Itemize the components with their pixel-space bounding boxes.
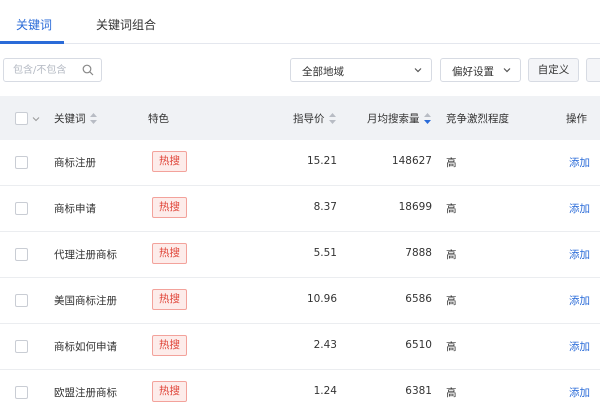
sort-icon[interactable]	[328, 112, 336, 124]
add-link[interactable]: 添加	[569, 201, 590, 216]
table-row: 商标申请 热搜 8.37 18699 高 添加	[0, 186, 600, 232]
search-icon[interactable]	[82, 64, 94, 76]
row-checkbox[interactable]	[15, 202, 28, 215]
add-link[interactable]: 添加	[569, 155, 590, 170]
row-checkbox[interactable]	[15, 156, 28, 169]
monthly-searches-cell: 6510	[405, 339, 432, 351]
chevron-down-icon	[503, 68, 511, 73]
hot-search-badge: 热搜	[152, 289, 187, 310]
row-checkbox[interactable]	[15, 340, 28, 353]
guide-price-cell: 5.51	[313, 247, 337, 259]
guide-price-cell: 2.43	[313, 339, 337, 351]
custom-button[interactable]: 自定义	[528, 58, 579, 82]
guide-price-cell: 10.96	[306, 293, 337, 305]
keyword-cell: 代理注册商标	[54, 249, 117, 261]
tab-keywords[interactable]: 关键词	[16, 16, 52, 33]
guide-price-cell: 15.21	[306, 155, 337, 167]
monthly-searches-cell: 148627	[391, 155, 432, 167]
column-header-monthly-searches-label: 月均搜索量	[367, 113, 420, 125]
keyword-filter-input[interactable]	[4, 59, 80, 81]
region-select[interactable]: 全部地域	[290, 58, 432, 82]
column-header-monthly-searches[interactable]: 月均搜索量	[367, 111, 431, 126]
hot-search-badge: 热搜	[152, 381, 187, 402]
row-checkbox[interactable]	[15, 294, 28, 307]
hot-search-badge: 热搜	[152, 335, 187, 356]
monthly-searches-cell: 7888	[405, 247, 432, 259]
sort-desc-icon[interactable]	[423, 112, 431, 124]
column-header-competition: 竞争激烈程度	[446, 113, 509, 125]
competition-cell: 高	[446, 387, 457, 399]
monthly-searches-cell: 6381	[405, 385, 432, 397]
column-header-guide-price[interactable]: 指导价	[293, 111, 336, 126]
sort-icon[interactable]	[89, 112, 97, 124]
add-link[interactable]: 添加	[569, 293, 590, 308]
guide-price-cell: 8.37	[313, 201, 337, 213]
row-checkbox[interactable]	[15, 248, 28, 261]
keyword-cell: 商标如何申请	[54, 341, 117, 353]
region-select-value: 全部地域	[302, 66, 344, 78]
column-header-keyword-label: 关键词	[54, 113, 86, 125]
table-row: 欧盟注册商标 热搜 1.24 6381 高 添加	[0, 370, 600, 415]
table-header: 关键词 特色 指导价 月均搜索量 竞争激烈程度 操作	[0, 96, 600, 140]
more-button[interactable]	[586, 58, 600, 82]
preference-select-value: 偏好设置	[452, 66, 494, 78]
competition-cell: 高	[446, 249, 457, 261]
keyword-cell: 商标申请	[54, 203, 96, 215]
competition-cell: 高	[446, 341, 457, 353]
add-link[interactable]: 添加	[569, 247, 590, 262]
add-link[interactable]: 添加	[569, 385, 590, 400]
keyword-cell: 欧盟注册商标	[54, 387, 117, 399]
guide-price-cell: 1.24	[313, 385, 337, 397]
row-checkbox[interactable]	[15, 386, 28, 399]
keyword-cell: 商标注册	[54, 157, 96, 169]
select-all-checkbox[interactable]	[15, 112, 28, 125]
monthly-searches-cell: 6586	[405, 293, 432, 305]
keyword-filter-field[interactable]	[3, 58, 102, 82]
add-link[interactable]: 添加	[569, 339, 590, 354]
preference-select[interactable]: 偏好设置	[440, 58, 521, 82]
table-row: 美国商标注册 热搜 10.96 6586 高 添加	[0, 278, 600, 324]
column-header-action: 操作	[566, 113, 587, 125]
competition-cell: 高	[446, 203, 457, 215]
hot-search-badge: 热搜	[152, 243, 187, 264]
keyword-cell: 美国商标注册	[54, 295, 117, 307]
hot-search-badge: 热搜	[152, 151, 187, 172]
competition-cell: 高	[446, 157, 457, 169]
active-tab-indicator	[0, 41, 64, 44]
table-row: 代理注册商标 热搜 5.51 7888 高 添加	[0, 232, 600, 278]
table-row: 商标如何申请 热搜 2.43 6510 高 添加	[0, 324, 600, 370]
chevron-down-icon[interactable]	[32, 115, 40, 123]
tab-bar: 关键词 关键词组合	[0, 0, 600, 44]
tab-keyword-combinations[interactable]: 关键词组合	[96, 16, 156, 33]
hot-search-badge: 热搜	[152, 197, 187, 218]
monthly-searches-cell: 18699	[398, 201, 432, 213]
column-header-keyword[interactable]: 关键词	[54, 111, 97, 126]
chevron-down-icon	[414, 68, 422, 73]
competition-cell: 高	[446, 295, 457, 307]
column-header-guide-price-label: 指导价	[293, 113, 325, 125]
table-row: 商标注册 热搜 15.21 148627 高 添加	[0, 140, 600, 186]
column-header-feature: 特色	[148, 113, 169, 125]
